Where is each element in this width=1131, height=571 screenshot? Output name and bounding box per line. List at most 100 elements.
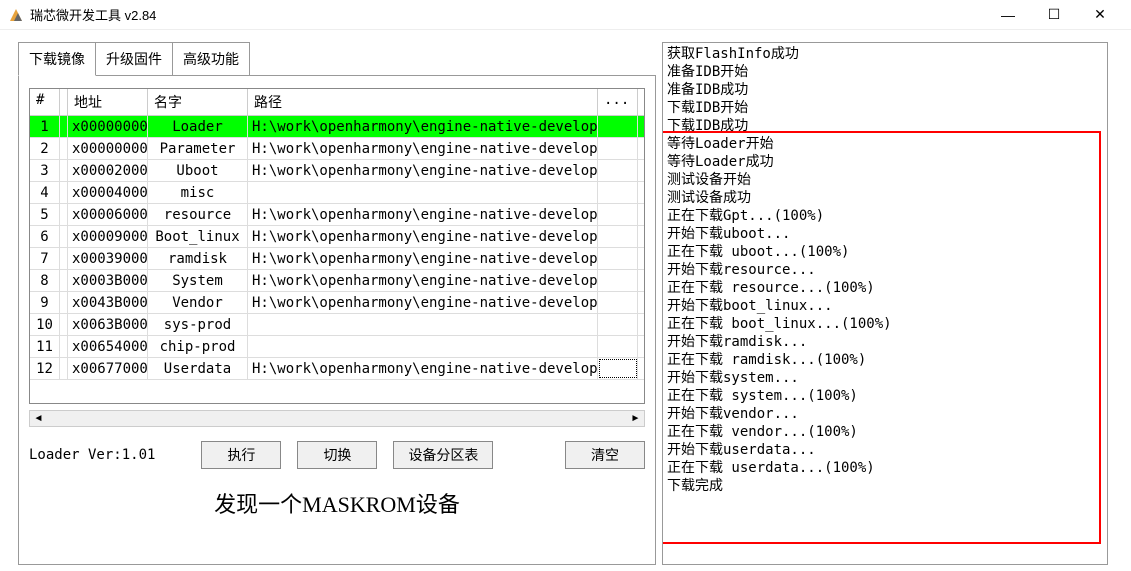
table-row[interactable]: 7x00039000ramdiskH:\work\openharmony\eng… — [30, 248, 644, 270]
cell-address[interactable]: x00677000 — [68, 358, 148, 379]
cell-check[interactable] — [60, 336, 68, 357]
maximize-button[interactable]: ☐ — [1031, 0, 1077, 30]
log-line: 开始下载vendor... — [667, 405, 1103, 423]
log-panel[interactable]: 获取FlashInfo成功准备IDB开始准备IDB成功下载IDB开始下载IDB成… — [662, 42, 1108, 565]
log-line: 正在下载 boot_linux...(100%) — [667, 315, 1103, 333]
table-row[interactable]: 9x0043B000VendorH:\work\openharmony\engi… — [30, 292, 644, 314]
cell-name[interactable]: Boot_linux — [148, 226, 248, 247]
cell-browse[interactable] — [598, 204, 638, 225]
cell-browse[interactable] — [598, 292, 638, 313]
cell-check[interactable] — [60, 160, 68, 181]
col-header-address[interactable]: 地址 — [68, 89, 148, 115]
cell-path[interactable]: H:\work\openharmony\engine-native-develo… — [248, 358, 598, 379]
cell-check[interactable] — [60, 292, 68, 313]
cell-name[interactable]: System — [148, 270, 248, 291]
switch-button[interactable]: 切换 — [297, 441, 377, 469]
col-header-more[interactable]: ... — [598, 89, 638, 115]
cell-path[interactable]: H:\work\openharmony\engine-native-develo… — [248, 226, 598, 247]
scroll-track[interactable] — [47, 411, 627, 426]
cell-address[interactable]: x0063B000 — [68, 314, 148, 335]
cell-browse[interactable] — [598, 160, 638, 181]
table-row[interactable]: 3x00002000UbootH:\work\openharmony\engin… — [30, 160, 644, 182]
log-line: 测试设备成功 — [667, 189, 1103, 207]
cell-browse[interactable] — [598, 270, 638, 291]
cell-browse[interactable] — [598, 358, 638, 379]
cell-path[interactable] — [248, 314, 598, 335]
cell-address[interactable]: x00002000 — [68, 160, 148, 181]
partition-table-button[interactable]: 设备分区表 — [393, 441, 493, 469]
horizontal-scrollbar[interactable]: ◄ ► — [29, 410, 645, 427]
cell-name[interactable]: misc — [148, 182, 248, 203]
cell-path[interactable]: H:\work\openharmony\engine-native-develo… — [248, 270, 598, 291]
cell-address[interactable]: x0043B000 — [68, 292, 148, 313]
cell-address[interactable]: x0003B000 — [68, 270, 148, 291]
cell-name[interactable]: Vendor — [148, 292, 248, 313]
cell-address[interactable]: x00654000 — [68, 336, 148, 357]
table-row[interactable]: 5x00006000resourceH:\work\openharmony\en… — [30, 204, 644, 226]
cell-name[interactable]: Uboot — [148, 160, 248, 181]
col-header-name[interactable]: 名字 — [148, 89, 248, 115]
cell-address[interactable]: x00009000 — [68, 226, 148, 247]
cell-index: 1 — [30, 116, 60, 137]
close-button[interactable]: ✕ — [1077, 0, 1123, 30]
cell-browse[interactable] — [598, 226, 638, 247]
cell-check[interactable] — [60, 116, 68, 137]
cell-check[interactable] — [60, 138, 68, 159]
cell-check[interactable] — [60, 204, 68, 225]
cell-path[interactable]: H:\work\openharmony\engine-native-develo… — [248, 138, 598, 159]
cell-check[interactable] — [60, 314, 68, 335]
cell-address[interactable]: x00006000 — [68, 204, 148, 225]
cell-address[interactable]: x00004000 — [68, 182, 148, 203]
col-header-index[interactable]: # — [30, 89, 60, 115]
log-line: 正在下载 ramdisk...(100%) — [667, 351, 1103, 369]
cell-address[interactable]: x00000000 — [68, 138, 148, 159]
cell-address[interactable]: x00000000 — [68, 116, 148, 137]
cell-name[interactable]: Parameter — [148, 138, 248, 159]
tab-download-image[interactable]: 下载镜像 — [18, 42, 96, 76]
cell-check[interactable] — [60, 226, 68, 247]
tab-upgrade-firmware[interactable]: 升级固件 — [95, 42, 173, 75]
cell-path[interactable]: H:\work\openharmony\engine-native-develo… — [248, 292, 598, 313]
cell-browse[interactable] — [598, 116, 638, 137]
cell-browse[interactable] — [598, 336, 638, 357]
minimize-button[interactable]: — — [985, 0, 1031, 30]
cell-check[interactable] — [60, 248, 68, 269]
cell-check[interactable] — [60, 358, 68, 379]
table-row[interactable]: 4x00004000misc — [30, 182, 644, 204]
cell-path[interactable] — [248, 182, 598, 203]
cell-path[interactable]: H:\work\openharmony\engine-native-develo… — [248, 204, 598, 225]
cell-check[interactable] — [60, 270, 68, 291]
cell-path[interactable]: H:\work\openharmony\engine-native-develo… — [248, 160, 598, 181]
table-row[interactable]: 6 x00009000Boot_linuxH:\work\openharmony\… — [30, 226, 644, 248]
table-row[interactable]: 11x00654000chip-prod — [30, 336, 644, 358]
cell-browse[interactable] — [598, 182, 638, 203]
col-header-check[interactable] — [60, 89, 68, 115]
scroll-left-icon[interactable]: ◄ — [30, 411, 47, 426]
window-titlebar: 瑞芯微开发工具 v2.84 — ☐ ✕ — [0, 0, 1131, 30]
table-row[interactable]: 2x00000000ParameterH:\work\openharmony\e… — [30, 138, 644, 160]
cell-browse[interactable] — [598, 138, 638, 159]
cell-browse[interactable] — [598, 314, 638, 335]
cell-name[interactable]: resource — [148, 204, 248, 225]
clear-button[interactable]: 清空 — [565, 441, 645, 469]
execute-button[interactable]: 执行 — [201, 441, 281, 469]
col-header-path[interactable]: 路径 — [248, 89, 598, 115]
cell-name[interactable]: Loader — [148, 116, 248, 137]
table-row[interactable]: 12x00677000UserdataH:\work\openharmony\e… — [30, 358, 644, 380]
table-row[interactable]: 8x0003B000SystemH:\work\openharmony\engi… — [30, 270, 644, 292]
cell-address[interactable]: x00039000 — [68, 248, 148, 269]
cell-browse[interactable] — [598, 248, 638, 269]
table-row[interactable]: 10x0063B000sys-prod — [30, 314, 644, 336]
cell-name[interactable]: chip-prod — [148, 336, 248, 357]
cell-name[interactable]: ramdisk — [148, 248, 248, 269]
tab-advanced[interactable]: 高级功能 — [172, 42, 250, 75]
table-row[interactable]: 1 x00000000LoaderH:\work\openharmony\engi… — [30, 116, 644, 138]
scroll-right-icon[interactable]: ► — [627, 411, 644, 426]
cell-path[interactable]: H:\work\openharmony\engine-native-develo… — [248, 116, 598, 137]
cell-path[interactable]: H:\work\openharmony\engine-native-develo… — [248, 248, 598, 269]
cell-check[interactable] — [60, 182, 68, 203]
cell-path[interactable] — [248, 336, 598, 357]
cell-name[interactable]: Userdata — [148, 358, 248, 379]
cell-name[interactable]: sys-prod — [148, 314, 248, 335]
cell-index: 6 — [30, 226, 60, 247]
